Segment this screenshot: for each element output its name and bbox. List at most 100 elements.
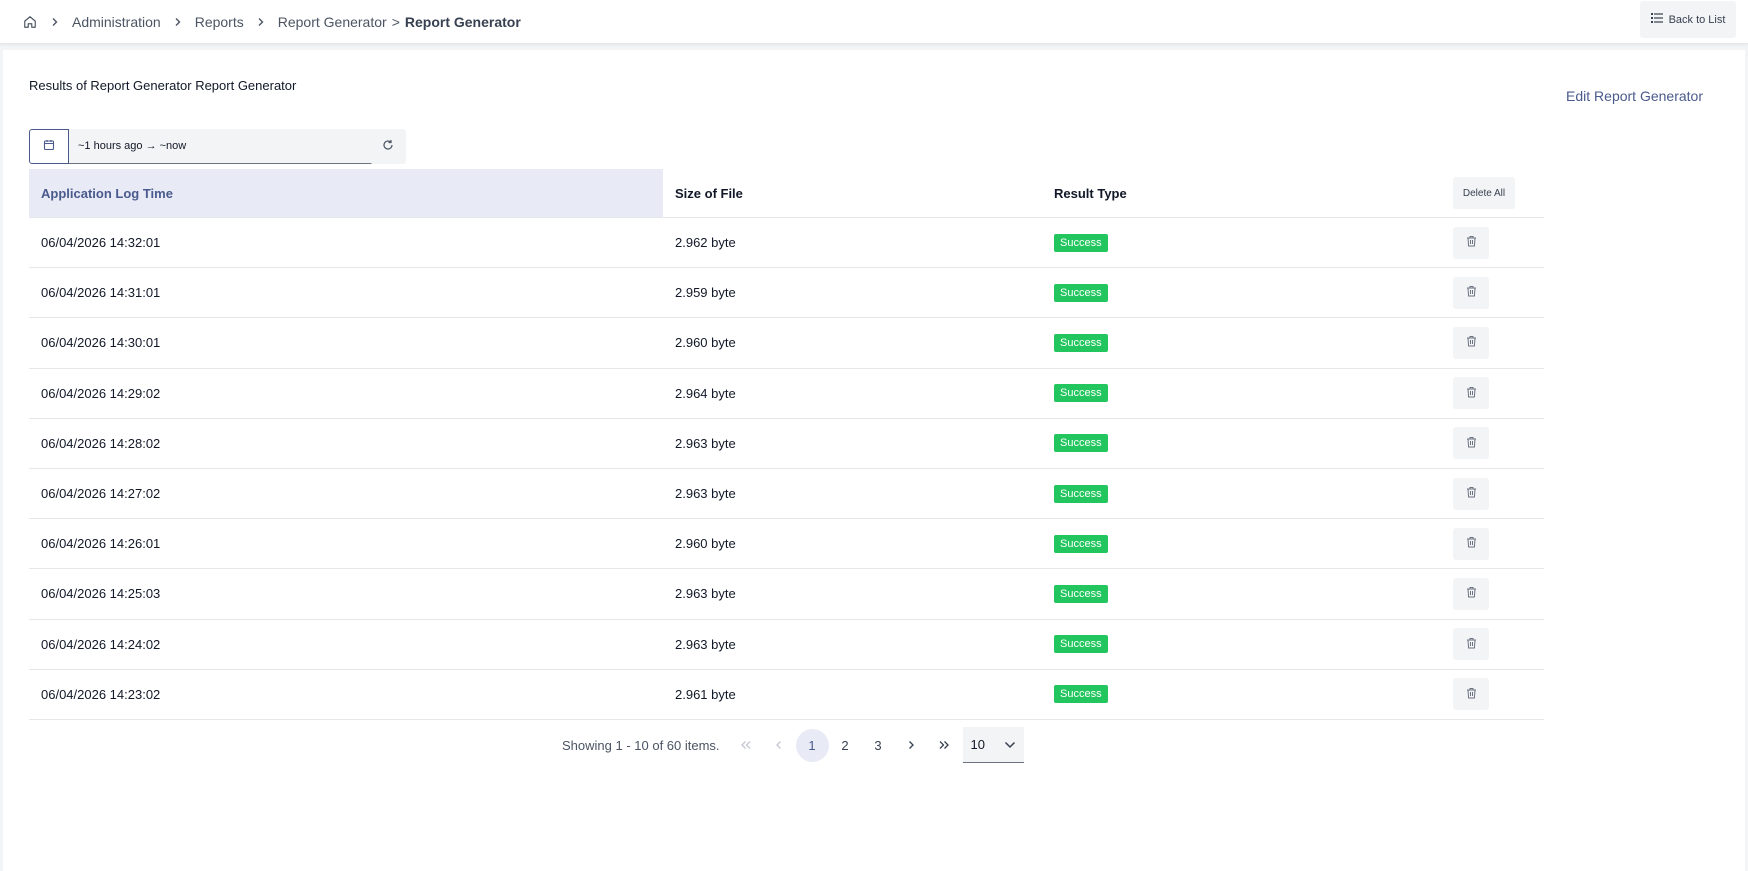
page-button-2[interactable]: 2 [829,729,862,762]
actions-cell [1442,427,1544,460]
refresh-button[interactable] [370,129,406,164]
actions-cell [1442,577,1544,610]
actions-cell [1442,527,1544,560]
result-type-cell: Success [1042,685,1442,704]
breadcrumb-separator: > [391,13,400,30]
trash-icon [1466,235,1477,250]
column-header-result-type[interactable]: Result Type [1042,169,1442,217]
log-time-cell: 06/04/2026 14:29:02 [41,385,161,401]
back-to-list-label: Back to List [1668,13,1726,26]
previous-page-button[interactable] [763,729,796,762]
list-icon [1650,13,1663,26]
actions-cell [1442,226,1544,259]
column-header-file-size[interactable]: Size of File [663,169,1042,217]
calendar-button[interactable] [29,129,69,164]
chevron-down-icon [1004,737,1016,752]
trash-icon [1466,586,1477,601]
chevron-right-icon [173,17,183,27]
refresh-icon [382,138,394,156]
edit-report-generator-link[interactable]: Edit Report Generator [1566,88,1703,104]
breadcrumb-item-administration[interactable]: Administration [72,14,161,30]
next-page-button[interactable] [895,729,928,762]
double-chevron-left-icon [740,738,752,753]
date-range-input[interactable] [69,129,403,164]
column-header-actions: Delete All [1442,169,1544,217]
status-badge: Success [1054,584,1108,603]
table-row: 06/04/2026 14:29:02 2.964 byte Success [29,369,1544,419]
log-time-cell: 06/04/2026 14:28:02 [41,435,161,451]
result-type-cell: Success [1042,534,1442,553]
breadcrumb-item-report-generator[interactable]: Report Generator [278,14,387,30]
status-badge: Success [1054,484,1108,503]
results-table: Application Log Time Size of File Result… [29,169,1544,720]
page-size-select[interactable]: 10 [962,727,1024,763]
delete-row-button[interactable] [1453,226,1489,259]
table-row: 06/04/2026 14:27:02 2.963 byte Success [29,469,1544,520]
log-time-cell: 06/04/2026 14:26:01 [41,536,161,552]
log-time-cell: 06/04/2026 14:25:03 [41,586,161,602]
delete-all-button[interactable]: Delete All [1453,177,1515,209]
double-chevron-right-icon [938,738,950,753]
page-button-1[interactable]: 1 [795,728,829,762]
trash-icon [1466,486,1477,501]
log-time-cell: 06/04/2026 14:24:02 [41,636,161,652]
calendar-icon [43,138,55,156]
breadcrumb: Administration Reports Report Generator … [22,14,521,30]
delete-row-button[interactable] [1453,326,1489,359]
file-size-cell: 2.959 byte [675,285,736,301]
home-icon[interactable] [22,14,38,30]
status-badge: Success [1054,384,1108,403]
delete-row-button[interactable] [1453,527,1489,560]
page-size-value: 10 [970,737,985,752]
back-to-list-button[interactable]: Back to List [1640,1,1736,38]
file-size-cell: 2.960 byte [675,335,736,351]
table-row: 06/04/2026 14:23:02 2.961 byte Success [29,670,1544,720]
file-size-cell: 2.963 byte [675,586,736,602]
breadcrumb-item-reports[interactable]: Reports [195,14,244,30]
result-type-cell: Success [1042,283,1442,302]
trash-icon [1466,335,1477,350]
result-type-cell: Success [1042,233,1442,252]
chevron-right-icon [256,17,266,27]
results-card: Results of Report Generator Report Gener… [3,50,1745,871]
status-badge: Success [1054,233,1108,252]
trash-icon [1466,386,1477,401]
chevron-right-icon [907,738,915,753]
top-bar: Administration Reports Report Generator … [0,0,1748,44]
delete-row-button[interactable] [1453,427,1489,460]
last-page-button[interactable] [928,729,961,762]
status-badge: Success [1054,434,1108,453]
column-header-log-time[interactable]: Application Log Time [29,169,663,217]
actions-cell [1442,326,1544,359]
log-time-cell: 06/04/2026 14:31:01 [41,285,161,301]
table-row: 06/04/2026 14:30:01 2.960 byte Success [29,318,1544,369]
log-time-cell: 06/04/2026 14:27:02 [41,486,161,502]
result-type-cell: Success [1042,484,1442,503]
table-row: 06/04/2026 14:28:02 2.963 byte Success [29,419,1544,469]
status-badge: Success [1054,333,1108,352]
date-range-picker [29,129,403,164]
page-button-3[interactable]: 3 [862,729,895,762]
delete-row-button[interactable] [1453,377,1489,410]
log-time-cell: 06/04/2026 14:30:01 [41,335,161,351]
table-row: 06/04/2026 14:31:01 2.959 byte Success [29,268,1544,319]
trash-icon [1466,536,1477,551]
delete-row-button[interactable] [1453,276,1489,309]
delete-row-button[interactable] [1453,477,1489,510]
actions-cell [1442,276,1544,309]
result-type-cell: Success [1042,584,1442,603]
delete-row-button[interactable] [1453,678,1489,711]
page-title: Results of Report Generator Report Gener… [29,78,297,93]
status-badge: Success [1054,283,1108,302]
table-header: Application Log Time Size of File Result… [29,169,1544,218]
delete-row-button[interactable] [1453,577,1489,610]
breadcrumb-current: Report Generator [404,13,521,30]
file-size-cell: 2.962 byte [675,235,736,251]
first-page-button[interactable] [730,729,763,762]
trash-icon [1466,436,1477,451]
table-row: 06/04/2026 14:32:01 2.962 byte Success [29,218,1544,269]
chevron-left-icon [775,738,783,753]
pagination: Showing 1 - 10 of 60 items. 1 2 3 10 [562,727,1024,763]
table-row: 06/04/2026 14:25:03 2.963 byte Success [29,569,1544,620]
delete-row-button[interactable] [1453,628,1489,661]
